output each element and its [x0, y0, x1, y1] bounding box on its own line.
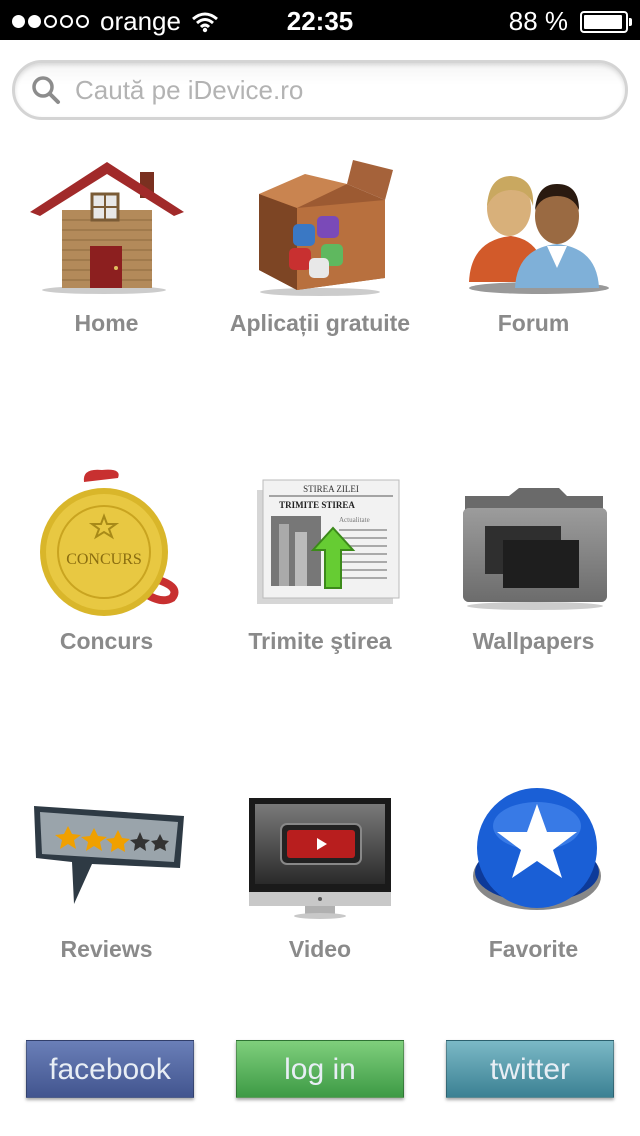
menu-item-label: Favorite	[488, 936, 579, 962]
facebook-button[interactable]: facebook	[26, 1040, 194, 1098]
menu-item-label: Video	[288, 936, 352, 962]
medal-icon: CONCURS	[39, 469, 178, 616]
monitor-video-icon	[249, 798, 391, 919]
menu-item-label: Wallpapers	[472, 628, 595, 654]
menu-item-wallpapers[interactable]: Wallpapers	[427, 468, 640, 655]
newspaper-icon: STIREA ZILEI TRIMITE STIREA Actualitate	[257, 479, 400, 604]
battery-icon	[580, 10, 632, 33]
menu-item-video[interactable]: Video	[213, 776, 427, 963]
newspaper-title: TRIMITE STIREA	[279, 500, 355, 510]
newspaper-section: Actualitate	[339, 516, 370, 524]
menu-item-label: Trimite ştirea	[248, 628, 392, 654]
menu-item-home[interactable]: Home	[0, 150, 213, 337]
folder-icon	[462, 488, 607, 610]
status-right: 88 %	[508, 6, 632, 37]
menu-item-favorite[interactable]: Favorite	[427, 776, 640, 963]
newspaper-header: STIREA ZILEI	[303, 484, 359, 494]
medal-text: CONCURS	[66, 551, 142, 568]
menu-item-free-apps[interactable]: Aplicații gratuite	[213, 150, 427, 337]
menu-item-reviews[interactable]: Reviews	[0, 776, 213, 963]
status-bar: orange 22:35 88 %	[0, 0, 640, 40]
search-bar[interactable]	[12, 60, 628, 120]
menu-item-send-news[interactable]: STIREA ZILEI TRIMITE STIREA Actualitate …	[213, 468, 427, 655]
star-button-icon	[472, 788, 601, 910]
house-icon	[29, 162, 184, 294]
menu-item-label: Aplicații gratuite	[229, 310, 411, 336]
app-box-icon	[259, 160, 393, 296]
search-icon	[32, 76, 60, 104]
login-button[interactable]: log in	[236, 1040, 404, 1098]
menu-item-label: Concurs	[59, 628, 154, 654]
battery-percent: 88 %	[508, 6, 568, 36]
search-input[interactable]	[73, 73, 597, 107]
menu-item-forum[interactable]: Forum	[427, 150, 640, 337]
menu-item-label: Home	[74, 310, 139, 336]
twitter-button[interactable]: twitter	[446, 1040, 614, 1098]
users-icon	[468, 176, 609, 294]
menu-item-label: Reviews	[60, 936, 153, 962]
menu-item-concurs[interactable]: CONCURS Concurs	[0, 468, 213, 655]
menu-item-label: Forum	[497, 310, 570, 336]
rating-stars-icon	[33, 806, 184, 904]
